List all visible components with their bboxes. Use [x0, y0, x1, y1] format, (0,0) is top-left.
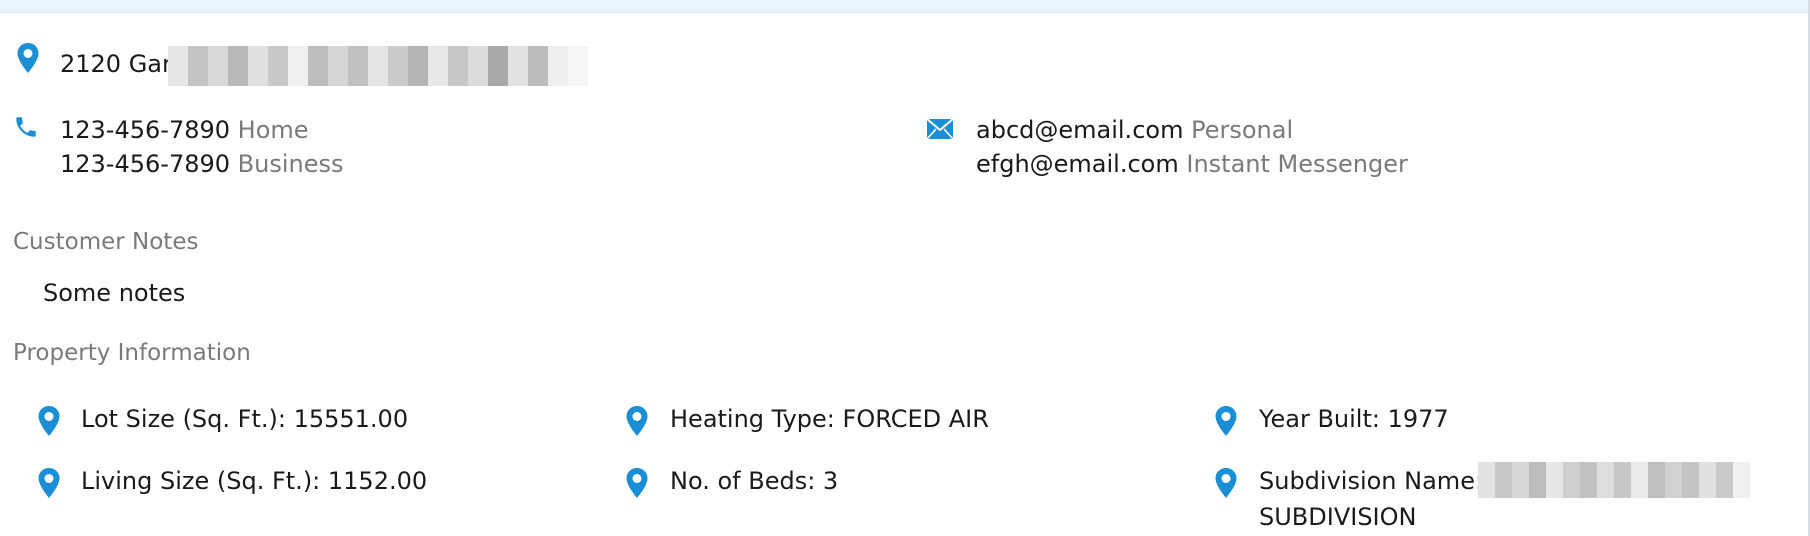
envelope-icon: [926, 118, 954, 140]
redacted-address: [168, 46, 588, 86]
phone-type: Home: [237, 116, 309, 144]
subdivision-continuation-text: SUBDIVISION: [1259, 503, 1417, 531]
living-size-text: Living Size (Sq. Ft.): 1152.00: [81, 467, 428, 495]
map-pin-icon: [17, 43, 39, 73]
map-pin-icon: [38, 406, 60, 436]
email-line-personal: abcd@email.com Personal: [976, 116, 1293, 144]
customer-notes-label: Customer Notes: [13, 229, 199, 255]
property-information-label: Property Information: [13, 340, 251, 366]
phone-type: Business: [237, 150, 344, 178]
heating-type-text: Heating Type: FORCED AIR: [670, 405, 989, 433]
subdivision-name-text: Subdivision Name:: [1259, 467, 1484, 495]
map-pin-icon: [38, 468, 60, 498]
phone-line-business: 123-456-7890 Business: [60, 150, 344, 178]
map-pin-icon: [1215, 406, 1237, 436]
beds-text: No. of Beds: 3: [670, 467, 839, 495]
email-line-im: efgh@email.com Instant Messenger: [976, 150, 1408, 178]
email-type: Instant Messenger: [1186, 150, 1408, 178]
year-built-text: Year Built: 1977: [1259, 405, 1449, 433]
address-text: 2120 Gar: [60, 50, 172, 78]
customer-notes-text: Some notes: [43, 279, 186, 307]
map-pin-icon: [626, 406, 648, 436]
map-pin-icon: [1215, 468, 1237, 498]
phone-number[interactable]: 123-456-7890: [60, 150, 230, 178]
redacted-subdivision: [1478, 462, 1750, 498]
email-address[interactable]: efgh@email.com: [976, 150, 1179, 178]
email-address[interactable]: abcd@email.com: [976, 116, 1183, 144]
customer-details-panel: 2120 Gar 123-456-7890 Home 123-456-7890 …: [0, 0, 1810, 536]
phone-icon: [16, 117, 36, 137]
email-type: Personal: [1191, 116, 1294, 144]
lot-size-text: Lot Size (Sq. Ft.): 15551.00: [81, 405, 409, 433]
phone-line-home: 123-456-7890 Home: [60, 116, 309, 144]
phone-number[interactable]: 123-456-7890: [60, 116, 230, 144]
header-strip: [0, 0, 1808, 13]
map-pin-icon: [626, 468, 648, 498]
